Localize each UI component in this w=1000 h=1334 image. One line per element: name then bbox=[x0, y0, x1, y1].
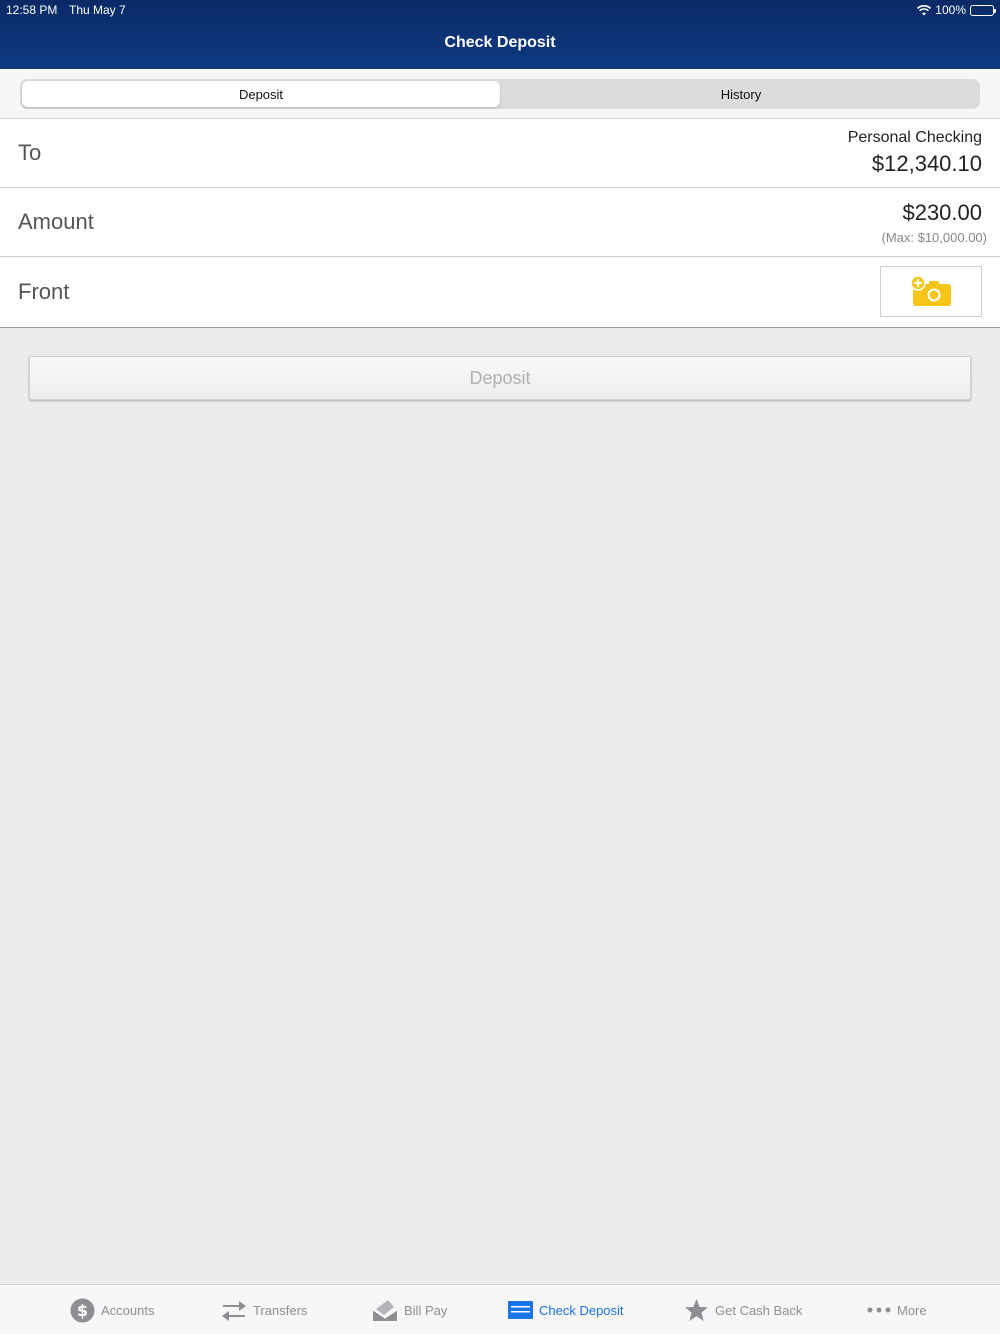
tab-bar: $ Accounts Transfers Bill Pay Check Depo… bbox=[0, 1284, 1000, 1334]
tab-label: Accounts bbox=[101, 1302, 155, 1318]
status-right: 100% bbox=[917, 3, 996, 17]
amount-info: $230.00 (Max: $10,000.00) bbox=[881, 188, 987, 256]
battery-icon bbox=[970, 4, 996, 16]
svg-text:$: $ bbox=[77, 1301, 88, 1320]
front-label: Front bbox=[18, 279, 70, 304]
to-account-row[interactable]: To Personal Checking $12,340.10 bbox=[0, 119, 1000, 188]
add-camera-icon bbox=[910, 275, 951, 306]
wifi-icon bbox=[917, 4, 932, 15]
amount-row[interactable]: Amount $230.00 (Max: $10,000.00) bbox=[0, 188, 1000, 257]
tab-check-deposit[interactable]: Check Deposit bbox=[508, 1285, 624, 1334]
to-account-info: Personal Checking $12,340.10 bbox=[848, 119, 982, 187]
status-date: Thu May 7 bbox=[69, 3, 126, 17]
amount-value[interactable]: $230.00 bbox=[902, 200, 982, 226]
tab-label: More bbox=[897, 1302, 927, 1318]
tab-accounts[interactable]: $ Accounts bbox=[70, 1285, 154, 1334]
segment-bar: Deposit History bbox=[0, 69, 1000, 119]
segmented-control: Deposit History bbox=[20, 79, 980, 109]
deposit-button[interactable]: Deposit bbox=[29, 356, 971, 400]
tab-label: Transfers bbox=[253, 1302, 308, 1318]
transfer-arrows-icon bbox=[221, 1298, 247, 1322]
tab-more[interactable]: More bbox=[867, 1285, 927, 1334]
tab-label: Get Cash Back bbox=[715, 1302, 803, 1318]
front-image-row: Front bbox=[0, 257, 1000, 327]
tab-get-cash-back[interactable]: Get Cash Back bbox=[684, 1285, 802, 1334]
star-icon bbox=[684, 1298, 709, 1322]
tab-label: Check Deposit bbox=[539, 1302, 624, 1318]
check-icon bbox=[508, 1301, 533, 1319]
battery-percent: 100% bbox=[935, 3, 966, 17]
status-time: 12:58 PM bbox=[6, 3, 58, 17]
amount-label: Amount bbox=[18, 209, 94, 234]
status-bar: 12:58 PM Thu May 7 100% bbox=[0, 0, 1000, 20]
amount-max-note: (Max: $10,000.00) bbox=[881, 229, 987, 245]
dollar-circle-icon: $ bbox=[70, 1298, 95, 1323]
nav-header: 12:58 PM Thu May 7 100% Check Deposit bbox=[0, 0, 1000, 69]
front-capture-button[interactable] bbox=[880, 266, 982, 317]
account-name: Personal Checking bbox=[847, 129, 982, 146]
deposit-form: To Personal Checking $12,340.10 Amount $… bbox=[0, 119, 1000, 328]
to-label: To bbox=[18, 140, 42, 165]
segment-deposit[interactable]: Deposit bbox=[22, 81, 500, 107]
page-title: Check Deposit bbox=[444, 34, 556, 51]
account-balance: $12,340.10 bbox=[871, 151, 982, 176]
segment-history[interactable]: History bbox=[502, 79, 980, 109]
tab-label: Bill Pay bbox=[404, 1302, 448, 1318]
more-dots-icon bbox=[867, 1306, 891, 1314]
bill-pay-icon bbox=[372, 1298, 398, 1322]
tab-transfers[interactable]: Transfers bbox=[221, 1285, 307, 1334]
tab-bill-pay[interactable]: Bill Pay bbox=[372, 1285, 447, 1334]
